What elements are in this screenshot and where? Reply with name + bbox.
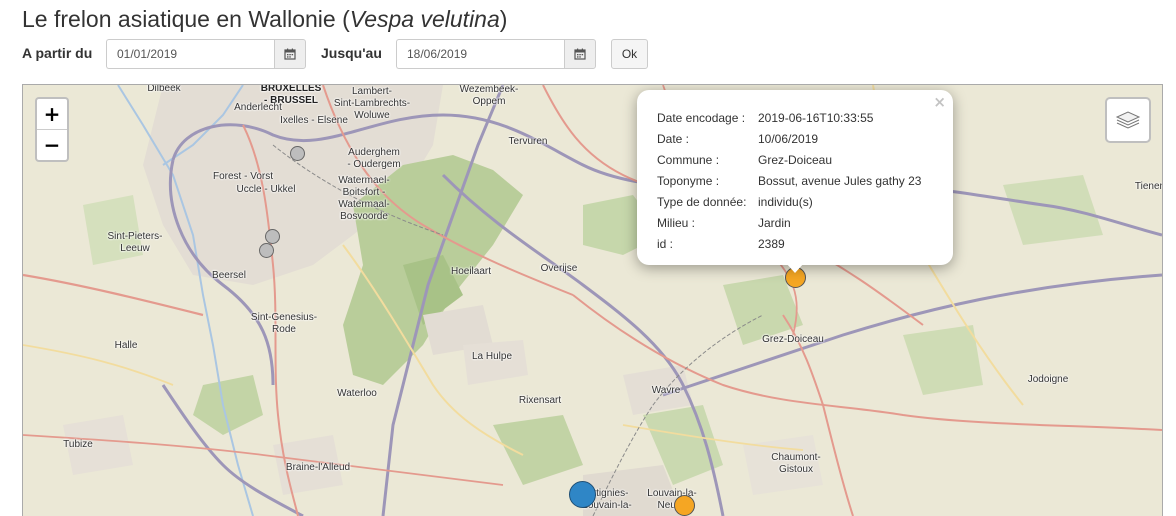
place-label: La Hulpe (471, 351, 513, 362)
place-label: Ixelles - Elsene (280, 115, 348, 126)
popup-value: Jardin (758, 216, 791, 230)
popup-value: Bossut, avenue Jules gathy 23 (758, 174, 922, 188)
popup-row: Type de donnée: individu(s) (657, 195, 813, 209)
place-label: Braine-l'Alleud (285, 462, 351, 473)
popup-key: Milieu : (657, 216, 696, 230)
to-date-label: Jusqu'au (321, 45, 382, 61)
popup-row: Commune : Grez-Doiceau (657, 153, 832, 167)
to-date-input[interactable] (396, 39, 564, 69)
place-label: Sint-Pieters- Leeuw (107, 231, 163, 254)
place-label: Chaumont- Gistoux (771, 452, 821, 475)
place-label: Dilbeek (147, 84, 181, 94)
place-label: Tienen (1134, 181, 1163, 192)
popup-key: Date encodage : (657, 111, 746, 125)
map[interactable]: Dilbeek BRUXELLES - BRUSSEL Anderlecht L… (22, 84, 1163, 516)
from-date-label: A partir du (22, 45, 93, 61)
title-main: Le frelon asiatique en Wallonie ( (22, 6, 350, 32)
page-title: Le frelon asiatique en Wallonie (Vespa v… (22, 6, 507, 33)
title-species: Vespa velutina (349, 6, 500, 32)
place-label: Uccle - Ukkel (236, 184, 296, 195)
popup-value: 2389 (758, 237, 785, 251)
popup-key: Commune : (657, 153, 720, 167)
popup-key: Type de donnée: (657, 195, 747, 209)
place-label: Jodoigne (1027, 374, 1069, 385)
ok-button[interactable]: Ok (611, 39, 648, 69)
popup-key: id : (657, 237, 674, 251)
place-label: Forest - Vorst (212, 171, 274, 182)
place-label: Overijse (540, 263, 578, 274)
place-label: Tervuren (508, 136, 548, 147)
place-label: Beersel (212, 270, 246, 281)
place-label: Tubize (63, 439, 93, 450)
popup-key: Toponyme : (657, 174, 720, 188)
calendar-icon[interactable] (274, 39, 306, 69)
map-tiles (23, 85, 1162, 516)
popup-value: Grez-Doiceau (758, 153, 833, 167)
place-label: Sint-Genesius- Rode (250, 312, 318, 335)
to-date-group (396, 39, 596, 69)
from-date-group (106, 39, 306, 69)
place-label: Halle (114, 340, 138, 351)
popup-row: Date encodage : 2019-06-16T10:33:55 (657, 111, 873, 125)
observation-marker[interactable] (265, 229, 280, 244)
place-label: Waterloo (337, 388, 377, 399)
popup-row: Milieu : Jardin (657, 216, 791, 230)
popup-value: 2019-06-16T10:33:55 (758, 111, 874, 125)
place-label: Anderlecht (234, 102, 282, 113)
place-label: Wavre (651, 385, 681, 396)
popup-key: Date : (657, 132, 690, 146)
calendar-icon[interactable] (564, 39, 596, 69)
popup-value: 10/06/2019 (758, 132, 819, 146)
place-label: Wezembeek- Oppem (459, 84, 519, 107)
zoom-out-button[interactable]: − (37, 129, 67, 160)
observation-marker[interactable] (674, 495, 695, 516)
title-end: ) (499, 6, 508, 32)
zoom-control: + − (35, 97, 69, 162)
popup-value: individu(s) (758, 195, 813, 209)
info-popup: × Date encodage : 2019-06-16T10:33:55 Dat… (637, 90, 953, 265)
place-label: Rixensart (518, 395, 562, 406)
place-label: Auderghem - Oudergem (347, 147, 401, 170)
popup-row: Date : 10/06/2019 (657, 132, 818, 146)
place-label: Grez-Doiceau (762, 334, 824, 345)
observation-marker[interactable] (259, 243, 274, 258)
place-label: Watermael- Boitsfort - Watermaal- Bosvoo… (338, 175, 390, 222)
close-icon[interactable]: × (933, 93, 946, 111)
observation-cluster-marker[interactable] (569, 481, 596, 508)
popup-row: Toponyme : Bossut, avenue Jules gathy 23 (657, 174, 921, 188)
popup-tip (786, 263, 804, 273)
from-date-input[interactable] (106, 39, 274, 69)
place-label: Hoeilaart (450, 266, 492, 277)
popup-row: id : 2389 (657, 237, 785, 251)
observation-marker[interactable] (290, 146, 305, 161)
layers-icon[interactable] (1105, 97, 1151, 143)
zoom-in-button[interactable]: + (37, 99, 67, 129)
